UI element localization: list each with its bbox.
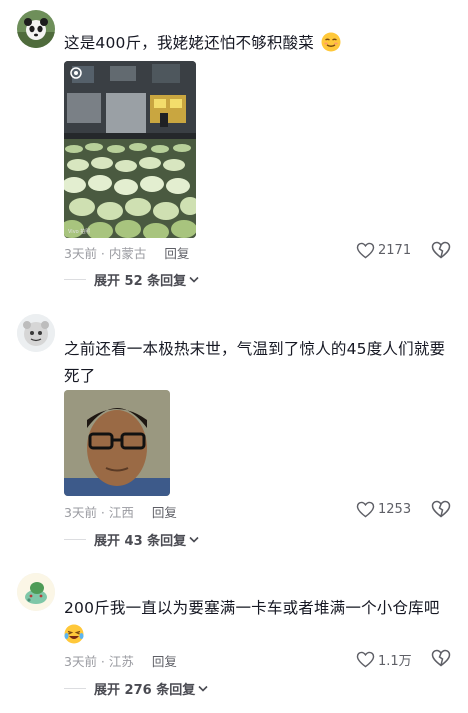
reply-button[interactable]: 回复 <box>152 505 177 520</box>
chevron-down-icon <box>189 536 199 543</box>
time-location: 3天前 · 江西 <box>64 505 134 520</box>
comment-meta: 3天前 · 江苏 回复 <box>64 651 177 670</box>
expand-replies-label: 展开 43 条回复 <box>94 534 187 549</box>
divider <box>64 688 86 689</box>
broken-heart-icon <box>431 500 451 518</box>
like-count: 1.1万 <box>378 654 412 669</box>
comment-meta: 3天前 · 内蒙古 回复 <box>64 243 189 262</box>
expand-replies[interactable]: 展开 276 条回复 <box>64 679 208 698</box>
expand-replies[interactable]: 展开 52 条回复 <box>64 270 199 289</box>
comment-photo[interactable] <box>64 390 170 496</box>
broken-heart-icon <box>431 241 451 259</box>
laughing-tears-emoji-icon <box>64 624 84 644</box>
comment-text: 这是400斤，我姥姥还怕不够积酸菜 <box>64 30 449 57</box>
broken-heart-icon <box>431 649 451 667</box>
smirk-emoji-icon <box>321 32 341 52</box>
time-location: 3天前 · 江苏 <box>64 654 134 669</box>
comment-text: 200斤我一直以为要塞满一卡车或者堆满一个小仓库吧 <box>64 595 449 649</box>
dislike-button[interactable] <box>431 500 451 518</box>
like-button[interactable]: 2171 <box>356 242 411 259</box>
avatar[interactable] <box>17 573 55 611</box>
comment-photo[interactable]: Vivo 拍照 <box>64 61 196 238</box>
like-button[interactable]: 1253 <box>356 501 411 518</box>
comment-text-content: 200斤我一直以为要塞满一卡车或者堆满一个小仓库吧 <box>64 599 440 617</box>
photo-watermark: Vivo 拍照 <box>68 229 91 235</box>
divider <box>64 279 86 280</box>
heart-icon <box>356 242 375 259</box>
dislike-button[interactable] <box>431 649 451 667</box>
chevron-down-icon <box>189 276 199 283</box>
expand-replies[interactable]: 展开 43 条回复 <box>64 530 199 549</box>
bulbasaur-avatar-icon <box>17 573 55 611</box>
avatar[interactable] <box>17 314 55 352</box>
like-count: 1253 <box>378 502 412 517</box>
cartoon-avatar-icon <box>17 314 55 352</box>
time-location: 3天前 · 内蒙古 <box>64 246 147 261</box>
divider <box>64 539 86 540</box>
heart-icon <box>356 651 375 668</box>
expand-replies-label: 展开 52 条回复 <box>94 274 187 289</box>
comment-text: 之前还看一本极热末世，气温到了惊人的45度人们就要死了 <box>64 340 446 385</box>
reply-button[interactable]: 回复 <box>164 246 189 261</box>
expand-replies-label: 展开 276 条回复 <box>94 683 196 698</box>
heart-icon <box>356 501 375 518</box>
avatar[interactable] <box>17 10 55 48</box>
dislike-button[interactable] <box>431 241 451 259</box>
comment-meta: 3天前 · 江西 回复 <box>64 502 177 521</box>
reply-button[interactable]: 回复 <box>152 654 177 669</box>
like-count: 2171 <box>378 243 412 258</box>
chevron-down-icon <box>198 685 208 692</box>
panda-avatar-icon <box>17 10 55 48</box>
like-button[interactable]: 1.1万 <box>356 650 412 669</box>
comment-text-content: 这是400斤，我姥姥还怕不够积酸菜 <box>64 34 314 52</box>
